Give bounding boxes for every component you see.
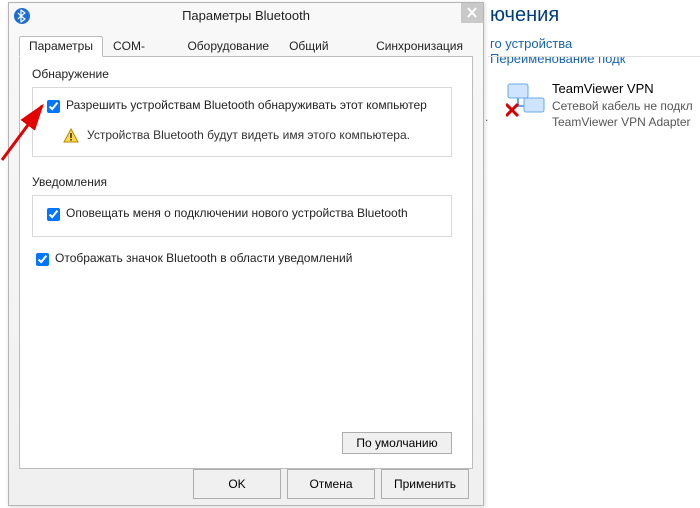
bg-device-adapter: TeamViewer VPN Adapter [552, 114, 693, 130]
bg-toolbar-item[interactable]: го устройства [490, 36, 572, 51]
notifications-group-label: Уведомления [32, 175, 460, 189]
titlebar[interactable]: Параметры Bluetooth [9, 3, 483, 31]
dialog-button-row: OK Отмена Применить [19, 467, 473, 499]
tab-com-ports[interactable]: COM-порты [103, 36, 178, 57]
alert-new-device-checkbox[interactable] [47, 208, 60, 221]
discovery-group: Разрешить устройствам Bluetooth обнаружи… [32, 87, 452, 157]
network-adapter-icon [506, 80, 546, 120]
bg-device-status: Сетевой кабель не подкл [552, 98, 693, 114]
close-button[interactable] [461, 3, 483, 23]
ok-button[interactable]: OK [193, 469, 281, 499]
bg-window-title: ючения [490, 4, 559, 27]
bg-device-name: TeamViewer VPN [552, 80, 693, 98]
show-tray-icon-label[interactable]: Отображать значок Bluetooth в области ув… [55, 251, 352, 266]
allow-discovery-label[interactable]: Разрешить устройствам Bluetooth обнаружи… [66, 98, 427, 113]
bg-separator [488, 56, 700, 57]
bg-device-item[interactable]: TeamViewer VPN Сетевой кабель не подкл T… [506, 80, 693, 130]
cancel-button[interactable]: Отмена [287, 469, 375, 499]
tab-bar: Параметры COM-порты Оборудование Общий р… [19, 35, 473, 57]
tab-sync[interactable]: Синхронизация [366, 36, 473, 57]
tab-shared[interactable]: Общий ресурс [279, 36, 366, 57]
discovery-warning-text: Устройства Bluetooth будут видеть имя эт… [87, 128, 410, 143]
discovery-group-label: Обнаружение [32, 67, 460, 81]
tab-parameters[interactable]: Параметры [19, 36, 103, 57]
notifications-group: Оповещать меня о подключении нового устр… [32, 195, 452, 237]
defaults-button[interactable]: По умолчанию [342, 432, 452, 454]
show-tray-icon-checkbox[interactable] [36, 253, 49, 266]
warning-icon [63, 128, 79, 144]
alert-new-device-label[interactable]: Оповещать меня о подключении нового устр… [66, 206, 408, 221]
bg-toolbar-item[interactable]: Переименование подк [490, 51, 625, 66]
tab-hardware[interactable]: Оборудование [177, 36, 279, 57]
allow-discovery-checkbox[interactable] [47, 100, 60, 113]
bg-toolbar: го устройства Переименование подк [490, 36, 700, 66]
bg-device-text: TeamViewer VPN Сетевой кабель не подкл T… [552, 80, 693, 130]
dialog-title: Параметры Bluetooth [9, 8, 483, 23]
apply-button[interactable]: Применить [381, 469, 469, 499]
bluetooth-settings-dialog: Параметры Bluetooth Параметры COM-порты … [8, 2, 484, 506]
tab-panel: Обнаружение Разрешить устройствам Blueto… [19, 57, 473, 469]
